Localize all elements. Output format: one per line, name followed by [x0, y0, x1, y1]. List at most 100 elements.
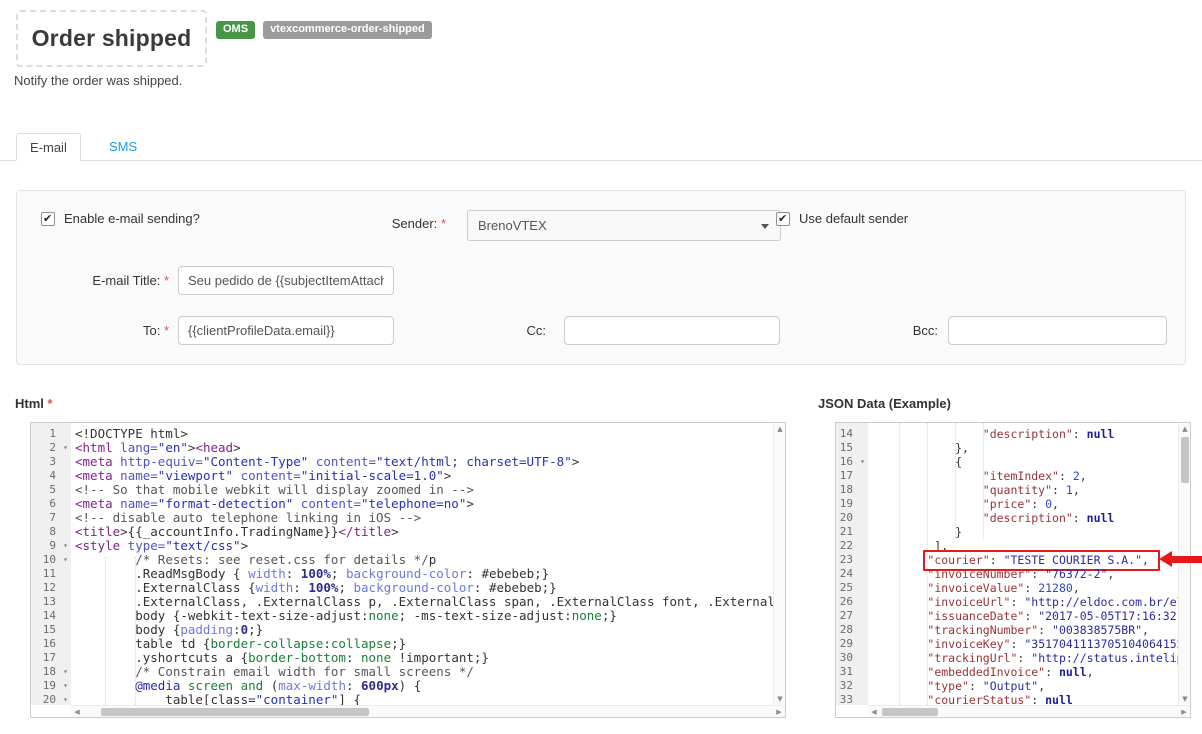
gutter-line-number: 20▾ — [31, 693, 71, 705]
json-editor-gutter: 141516▾171819202122232425262728293031323… — [836, 423, 868, 705]
horizontal-scroll-thumb[interactable] — [101, 708, 369, 716]
code-line: "courier": "TESTE COURIER S.A.", — [872, 553, 1178, 567]
to-input[interactable] — [178, 316, 394, 345]
code-line: <meta name="viewport" content="initial-s… — [75, 469, 773, 483]
fold-arrow-icon[interactable]: ▾ — [63, 553, 68, 567]
gutter-line-number: 9▾ — [31, 539, 71, 553]
scroll-left-icon[interactable]: ◀ — [868, 706, 880, 718]
tab-sms[interactable]: SMS — [96, 133, 150, 161]
code-line: "description": null — [872, 511, 1178, 525]
scroll-down-icon[interactable]: ▼ — [774, 693, 786, 705]
code-line: .yshortcuts a {border-bottom: none !impo… — [75, 651, 773, 665]
gutter-line-number: 17 — [836, 469, 868, 483]
code-line: body {-webkit-text-size-adjust:none; -ms… — [75, 609, 773, 623]
gutter-line-number: 21 — [836, 525, 868, 539]
code-line: "itemIndex": 2, — [872, 469, 1178, 483]
scroll-right-icon[interactable]: ▶ — [1178, 706, 1190, 718]
to-label: To: — [143, 323, 160, 338]
code-line: "invoiceUrl": "http://eldoc.com.br/eld — [872, 595, 1178, 609]
email-settings-panel: Enable e-mail sending? Sender: * BrenoVT… — [16, 190, 1186, 365]
json-code-area[interactable]: "description": null }, { "itemIndex": 2,… — [872, 427, 1178, 705]
gutter-line-number: 8 — [31, 525, 71, 539]
code-line: /* Constrain email width for small scree… — [75, 665, 773, 679]
gutter-line-number: 18▾ — [31, 665, 71, 679]
fold-arrow-icon[interactable]: ▾ — [63, 665, 68, 679]
enable-email-label: Enable e-mail sending? — [64, 211, 200, 226]
code-line: <meta http-equiv="Content-Type" content=… — [75, 455, 773, 469]
fold-arrow-icon[interactable]: ▾ — [63, 441, 68, 455]
json-data-editor[interactable]: 141516▾171819202122232425262728293031323… — [835, 422, 1191, 718]
enable-email-checkbox[interactable] — [41, 212, 55, 226]
gutter-line-number: 10▾ — [31, 553, 71, 567]
gutter-line-number: 26 — [836, 595, 868, 609]
gutter-line-number: 11 — [31, 567, 71, 581]
scroll-up-icon[interactable]: ▲ — [1179, 423, 1191, 435]
code-line: <html lang="en"><head> — [75, 441, 773, 455]
code-line: "invoiceValue": 21280, — [872, 581, 1178, 595]
fold-arrow-icon[interactable]: ▾ — [63, 679, 68, 693]
gutter-line-number: 25 — [836, 581, 868, 595]
badges: OMS vtexcommerce-order-shipped — [216, 21, 432, 39]
html-code-area[interactable]: <!DOCTYPE html><html lang="en"><head><me… — [75, 427, 773, 705]
gutter-line-number: 7 — [31, 511, 71, 525]
page-title: Order shipped — [32, 25, 192, 52]
gutter-line-number: 3 — [31, 455, 71, 469]
html-editor-vertical-scrollbar[interactable]: ▲ ▼ — [773, 423, 785, 705]
vertical-scroll-thumb[interactable] — [1181, 437, 1189, 483]
gutter-line-number: 17 — [31, 651, 71, 665]
code-line: "quantity": 1, — [872, 483, 1178, 497]
required-mark: * — [441, 216, 446, 231]
gutter-line-number: 23 — [836, 553, 868, 567]
tab-email[interactable]: E-mail — [16, 133, 81, 161]
scroll-up-icon[interactable]: ▲ — [774, 423, 786, 435]
scroll-down-icon[interactable]: ▼ — [1179, 693, 1191, 705]
gutter-line-number: 2▾ — [31, 441, 71, 455]
code-line: body {padding:0;} — [75, 623, 773, 637]
fold-arrow-icon[interactable]: ▾ — [63, 539, 68, 553]
scroll-right-icon[interactable]: ▶ — [773, 706, 785, 718]
code-line: .ExternalClass, .ExternalClass p, .Exter… — [75, 595, 773, 609]
code-line: <meta name="format-detection" content="t… — [75, 497, 773, 511]
code-line: <!-- So that mobile webkit will display … — [75, 483, 773, 497]
cc-input[interactable] — [564, 316, 780, 345]
code-line: /* Resets: see reset.css for details */p — [75, 553, 773, 567]
horizontal-scroll-thumb[interactable] — [882, 708, 938, 716]
gutter-line-number: 32 — [836, 679, 868, 693]
arrow-shaft — [1171, 556, 1202, 563]
code-line: .ExternalClass {width: 100%; background-… — [75, 581, 773, 595]
code-line: "issuanceDate": "2017-05-05T17:16:32.1 — [872, 609, 1178, 623]
gutter-line-number: 30 — [836, 651, 868, 665]
code-line: "trackingNumber": "003838575BR", — [872, 623, 1178, 637]
html-editor-horizontal-scrollbar[interactable]: ◀ ▶ — [71, 705, 785, 717]
oms-badge: OMS — [216, 21, 255, 39]
bcc-input[interactable] — [948, 316, 1167, 345]
fold-arrow-icon[interactable]: ▾ — [63, 693, 68, 705]
gutter-line-number: 13 — [31, 595, 71, 609]
sender-select[interactable]: BrenoVTEX — [467, 210, 781, 241]
html-editor-gutter: 12▾3456789▾10▾1112131415161718▾19▾20▾21 — [31, 423, 71, 705]
code-line: } — [872, 525, 1178, 539]
use-default-sender-checkbox[interactable] — [776, 212, 790, 226]
email-title-input[interactable] — [178, 266, 394, 295]
code-line: "invoiceKey": "35170411137051040641550 — [872, 637, 1178, 651]
fold-arrow-icon[interactable]: ▾ — [860, 455, 865, 469]
gutter-line-number: 27 — [836, 609, 868, 623]
json-editor-horizontal-scrollbar[interactable]: ◀ ▶ — [868, 705, 1190, 717]
sender-selected-value: BrenoVTEX — [478, 218, 547, 233]
html-editor-label: Html * — [15, 396, 53, 411]
code-line: table[class="container"] { — [75, 693, 773, 705]
dropdown-caret-icon — [761, 224, 769, 229]
code-line: "price": 0, — [872, 497, 1178, 511]
template-description: Notify the order was shipped. — [14, 73, 182, 88]
code-line: <!DOCTYPE html> — [75, 427, 773, 441]
gutter-line-number: 16 — [31, 637, 71, 651]
scroll-left-icon[interactable]: ◀ — [71, 706, 83, 718]
code-line: { — [872, 455, 1178, 469]
bcc-label: Bcc: — [913, 323, 938, 338]
html-code-editor[interactable]: 12▾3456789▾10▾1112131415161718▾19▾20▾21 … — [30, 422, 786, 718]
code-line: @media screen and (max-width: 600px) { — [75, 679, 773, 693]
gutter-line-number: 14 — [836, 427, 868, 441]
email-title-label: E-mail Title: — [92, 273, 160, 288]
gutter-line-number: 19▾ — [31, 679, 71, 693]
gutter-line-number: 15 — [836, 441, 868, 455]
